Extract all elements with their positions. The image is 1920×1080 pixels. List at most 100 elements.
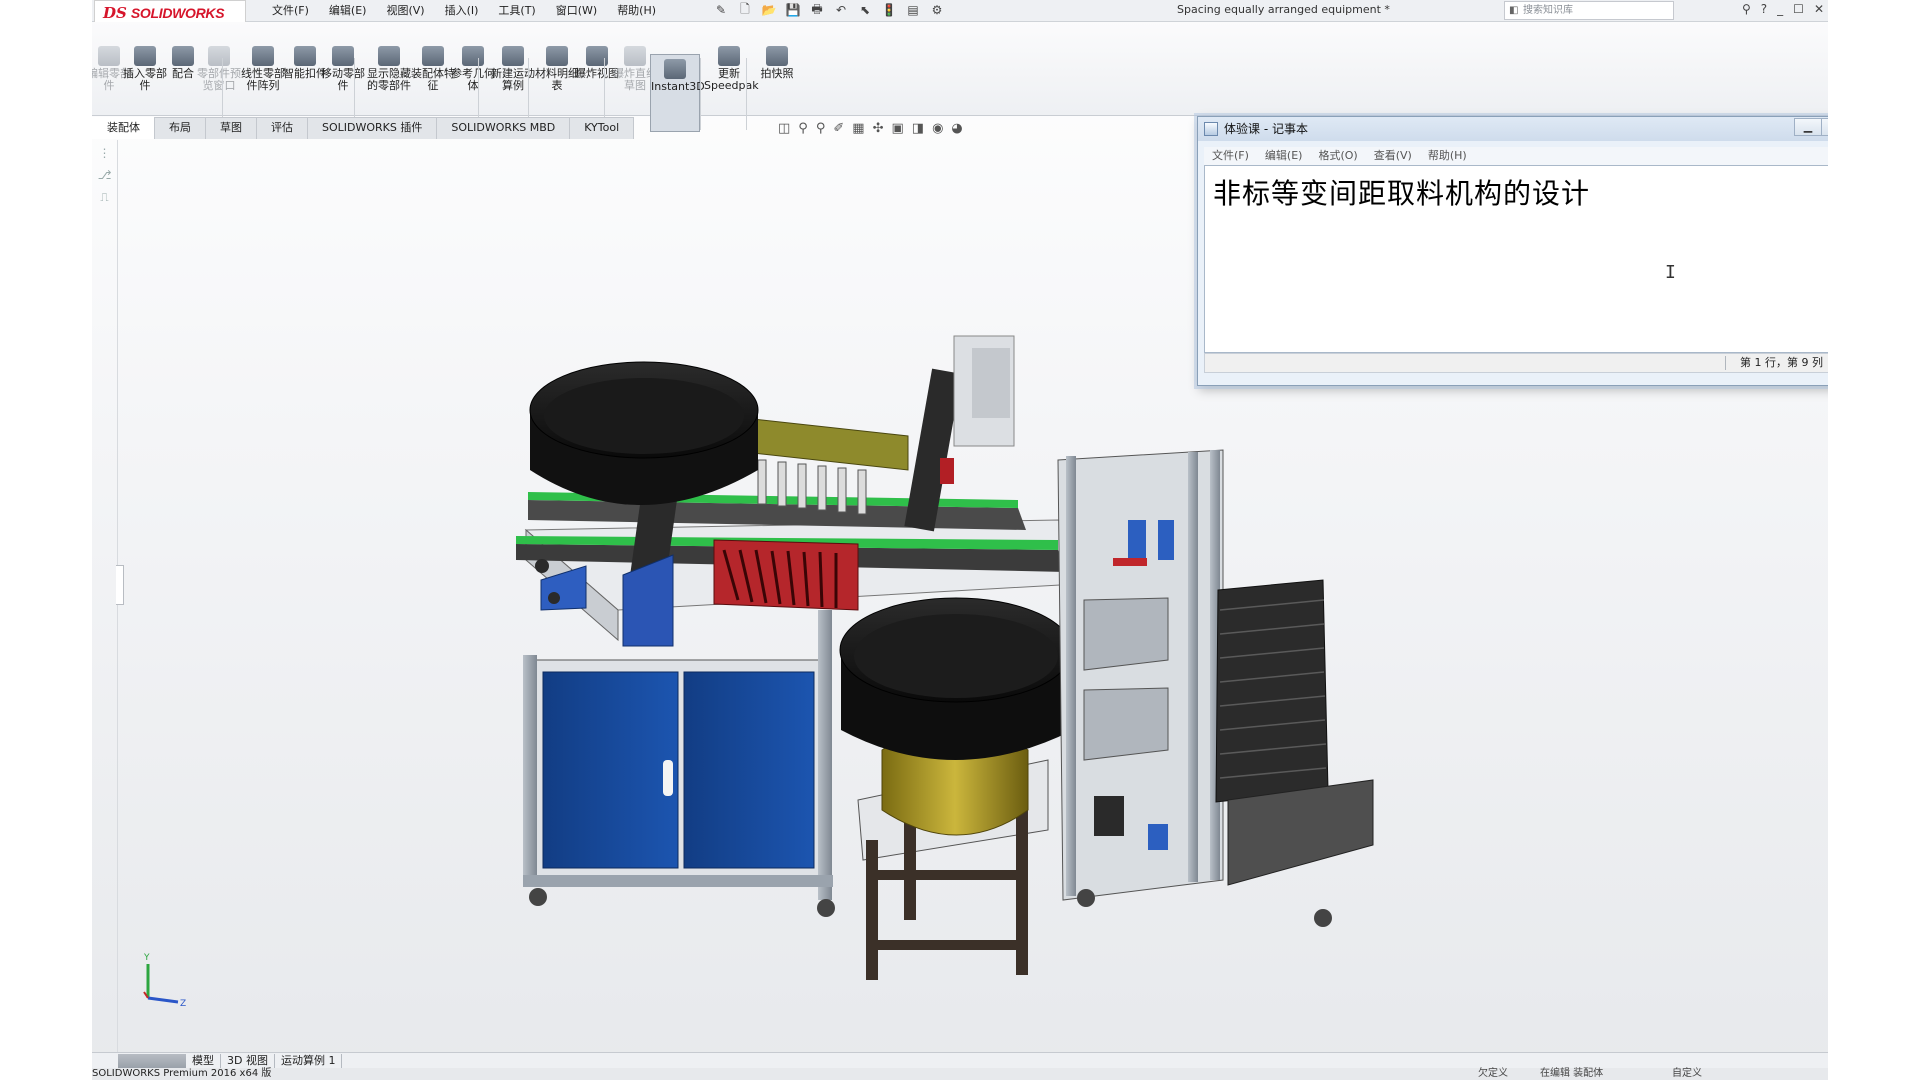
ds-logo-mark: DS xyxy=(103,3,127,22)
open-icon[interactable]: 📂 xyxy=(760,2,778,18)
appearance-icon[interactable]: ◕ xyxy=(951,121,962,136)
command-label: 显示隐藏的零部件 xyxy=(367,67,411,92)
menu-window[interactable]: 窗口(W) xyxy=(546,3,607,19)
pin-icon[interactable]: ✎ xyxy=(712,2,730,18)
menu-tools[interactable]: 工具(T) xyxy=(488,3,545,19)
display-style-icon[interactable]: ✣ xyxy=(873,121,884,136)
maximize-icon[interactable]: ☐ xyxy=(1793,2,1804,16)
axis-triad-icon: Y Z xyxy=(143,953,186,1009)
status-divider xyxy=(1725,356,1726,370)
notepad-menu-view[interactable]: 查看(V) xyxy=(1366,147,1420,165)
notepad-title: 体验课 - 记事本 xyxy=(1224,122,1308,136)
rebuild-icon[interactable]: 🚦 xyxy=(880,2,898,18)
units-status[interactable]: 自定义 xyxy=(1672,1068,1702,1080)
tab-3d-views[interactable]: 3D 视图 xyxy=(221,1053,275,1068)
command-tabs: 装配体 布局 草图 评估 SOLIDWORKS 插件 SOLIDWORKS MB… xyxy=(92,117,635,139)
bottom-tab-bar: 模型 3D 视图 运动算例 1 xyxy=(92,1052,1828,1068)
vibratory-bowl-left xyxy=(529,361,759,505)
instant3d-button[interactable]: Instant3D xyxy=(650,54,705,132)
tab-motion-study[interactable]: 运动算例 1 xyxy=(275,1053,343,1068)
instant3d-icon xyxy=(664,59,686,79)
take-snapshot-button[interactable]: 拍快照 xyxy=(752,46,802,80)
smart-fasteners-icon xyxy=(294,46,316,66)
product-version: SOLIDWORKS Premium 2016 x64 版 xyxy=(92,1068,272,1079)
file-properties-icon[interactable]: ▤ xyxy=(904,2,922,18)
component-preview-button[interactable]: 零部件预览窗口 xyxy=(194,46,244,92)
notepad-minimize-icon[interactable]: ▁ xyxy=(1794,118,1822,136)
show-hidden-button[interactable]: 显示隐藏的零部件 xyxy=(364,46,414,92)
eye-icon[interactable]: ◉ xyxy=(932,121,943,136)
search-input[interactable]: ◧ 搜索知识库 xyxy=(1504,1,1674,20)
show-hidden-icon xyxy=(378,46,400,66)
menu-edit[interactable]: 编辑(E) xyxy=(319,3,377,19)
tab-mbd[interactable]: SOLIDWORKS MBD xyxy=(436,117,571,139)
notepad-menu-format[interactable]: 格式(O) xyxy=(1310,147,1365,165)
search-scope-icon: ◧ xyxy=(1509,5,1519,16)
notepad-restore-icon[interactable]: ❐ xyxy=(1821,118,1828,136)
property-manager-icon[interactable]: ⎇ xyxy=(97,168,113,184)
select-icon[interactable]: ⬉ xyxy=(856,2,874,18)
close-icon[interactable]: ✕ xyxy=(1814,2,1824,16)
command-label: Instant3D xyxy=(651,80,705,93)
tab-evaluate[interactable]: 评估 xyxy=(256,117,308,139)
zoom-to-fit-icon[interactable]: ⚲ xyxy=(798,121,808,136)
menu-file[interactable]: 文件(F) xyxy=(262,3,319,19)
new-motion-study-icon xyxy=(502,46,524,66)
tab-sketch[interactable]: 草图 xyxy=(205,117,257,139)
tab-assembly[interactable]: 装配体 xyxy=(92,117,155,139)
previous-view-icon[interactable]: ◫ xyxy=(778,121,790,136)
tab-layout[interactable]: 布局 xyxy=(154,117,206,139)
notepad-titlebar[interactable]: 体验课 - 记事本 ▁ ❐ ✕ xyxy=(1198,117,1828,141)
vibratory-bowl-right xyxy=(839,597,1073,980)
triad-z-label: Z xyxy=(180,999,186,1009)
minimize-icon[interactable]: _ xyxy=(1777,2,1783,16)
notepad-text-area[interactable]: 非标等变间距取料机构的设计 I ▲ ▼ xyxy=(1204,165,1828,353)
command-label: 更新Speedpak xyxy=(704,67,759,92)
new-document-icon[interactable]: 🗋 xyxy=(736,2,754,18)
tab-model[interactable]: 模型 xyxy=(186,1053,221,1068)
menu-insert[interactable]: 插入(I) xyxy=(435,3,489,19)
logo-text: SOLIDWORKS xyxy=(130,4,225,21)
magnifier-icon[interactable]: ⚲ xyxy=(1742,2,1751,16)
notepad-content: 非标等变间距取料机构的设计 xyxy=(1213,177,1591,210)
insert-components-icon xyxy=(134,46,156,66)
command-separator xyxy=(700,58,701,130)
update-speedpak-icon xyxy=(718,46,740,66)
heads-up-view-toolbar: ◫ ⚲ ⚲ ✐ ▦ ✣ ▣ ◨ ◉ ◕ xyxy=(778,121,963,136)
letterbox-right xyxy=(1828,0,1920,1080)
explode-line-sketch-icon xyxy=(624,46,646,66)
view-orientation-icon[interactable]: ▦ xyxy=(852,121,864,136)
move-component-icon xyxy=(332,46,354,66)
reference-geometry-icon xyxy=(462,46,484,66)
notepad-menu-edit[interactable]: 编辑(E) xyxy=(1257,147,1311,165)
edit-component-icon xyxy=(98,46,120,66)
config-manager-icon[interactable]: ⎍ xyxy=(97,190,113,206)
feature-tree-icon[interactable]: ⋮ xyxy=(97,146,113,162)
notepad-icon xyxy=(1204,122,1218,136)
tab-kytool[interactable]: KYTool xyxy=(569,117,635,139)
print-icon[interactable]: 🖶 xyxy=(808,2,826,18)
cursor-position: 第 1 行，第 9 列 xyxy=(1740,356,1823,369)
title-bar: DS SOLIDWORKS 文件(F) 编辑(E) 视图(V) 插入(I) 工具… xyxy=(92,0,1828,25)
section-view-icon[interactable]: ✐ xyxy=(833,121,844,136)
options-icon[interactable]: ⚙ xyxy=(928,2,946,18)
help-icon[interactable]: ? xyxy=(1761,2,1767,16)
notepad-menu-file[interactable]: 文件(F) xyxy=(1204,147,1257,165)
notepad-window-controls: ▁ ❐ ✕ xyxy=(1794,118,1828,136)
text-cursor-icon: I xyxy=(1665,262,1676,283)
command-label: 移动零部件 xyxy=(321,67,365,92)
save-icon[interactable]: 💾 xyxy=(784,2,802,18)
menu-help[interactable]: 帮助(H) xyxy=(607,3,666,19)
notepad-menu-help[interactable]: 帮助(H) xyxy=(1420,147,1475,165)
move-component-button[interactable]: 移动零部件 xyxy=(318,46,368,92)
menu-view[interactable]: 视图(V) xyxy=(376,3,434,19)
cube-icon[interactable]: ◨ xyxy=(912,121,924,136)
hide-show-icon[interactable]: ▣ xyxy=(891,121,903,136)
zoom-area-icon[interactable]: ⚲ xyxy=(816,121,826,136)
tab-addins[interactable]: SOLIDWORKS 插件 xyxy=(307,117,438,139)
new-motion-study-button[interactable]: 新建运动算例 xyxy=(488,46,538,92)
letterbox-left xyxy=(0,0,92,1080)
main-menu: 文件(F) 编辑(E) 视图(V) 插入(I) 工具(T) 窗口(W) 帮助(H… xyxy=(262,3,666,19)
undo-icon[interactable]: ↶ xyxy=(832,2,850,18)
tab-scroll-buttons[interactable] xyxy=(118,1053,186,1068)
